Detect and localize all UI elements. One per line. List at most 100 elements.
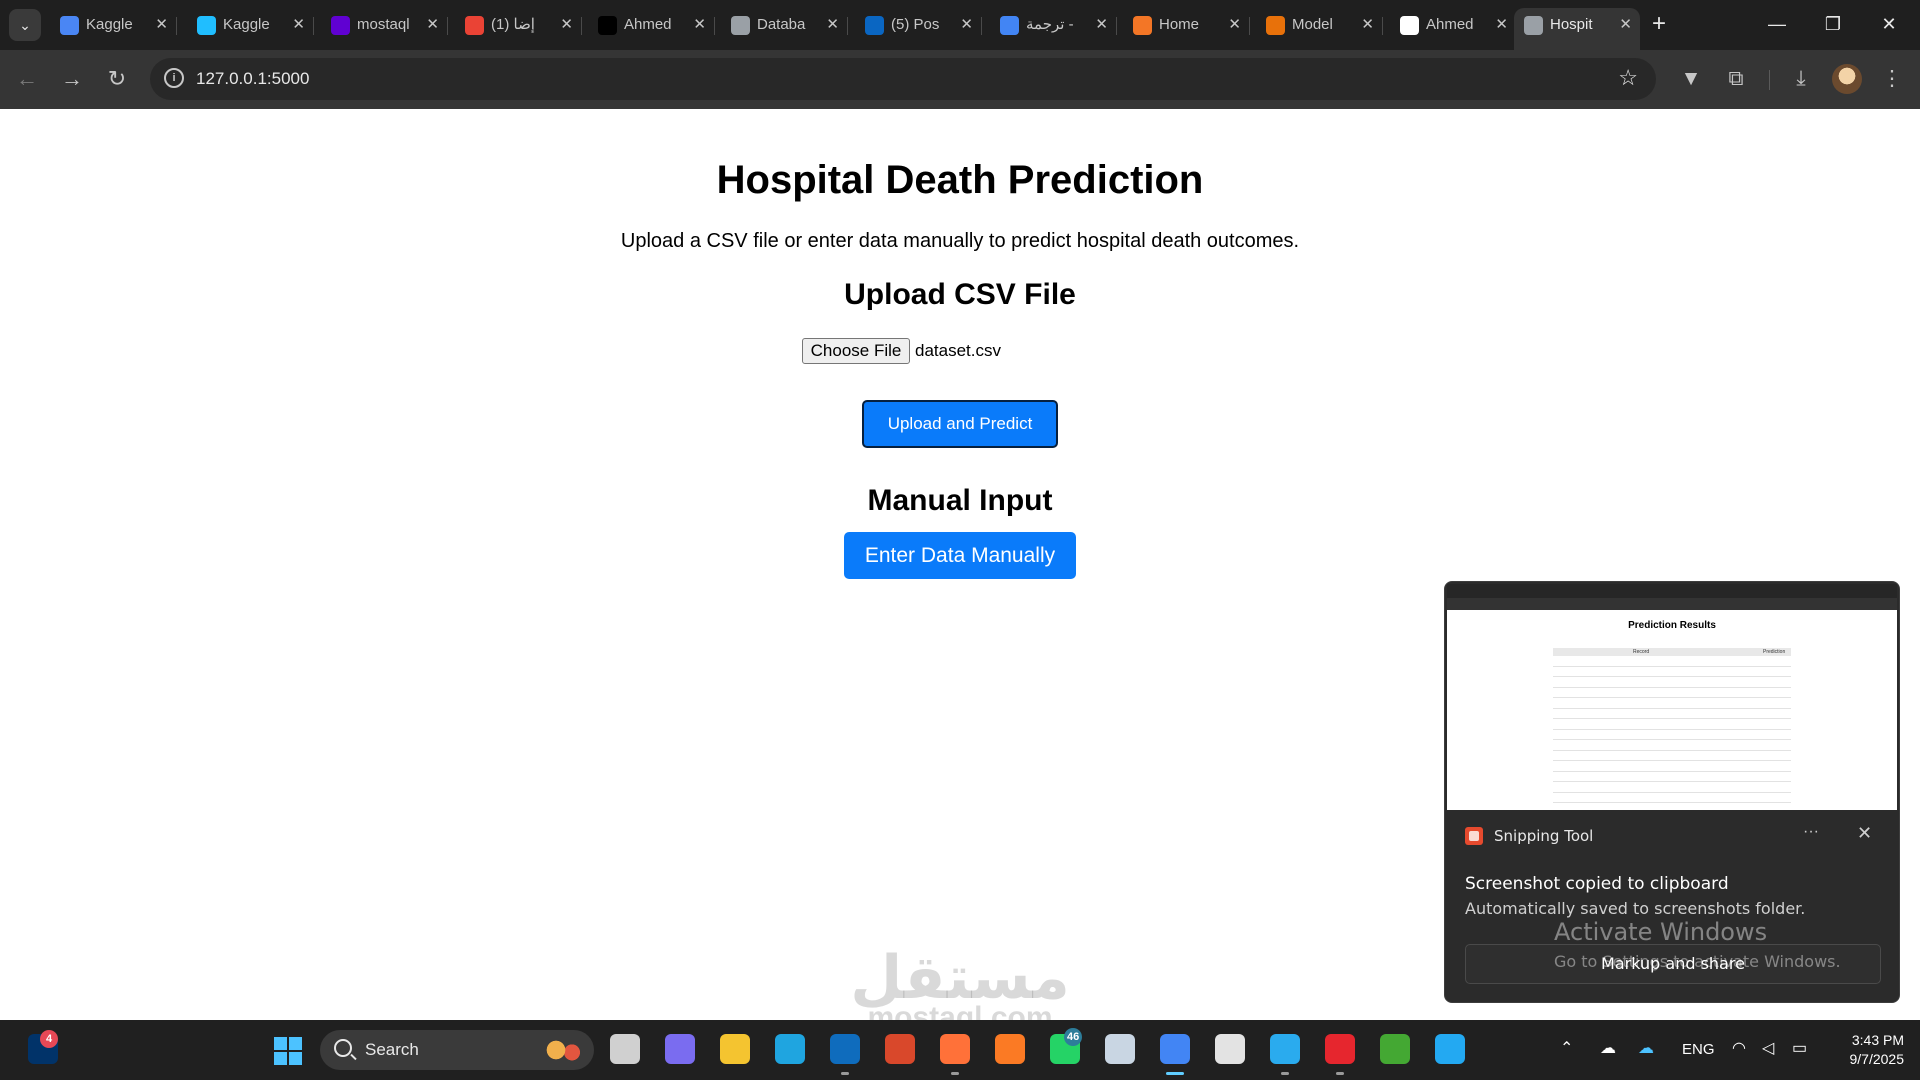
- close-tab-icon[interactable]: ✕: [826, 16, 839, 34]
- close-tab-icon[interactable]: ✕: [426, 16, 439, 34]
- reload-icon[interactable]: ↻: [101, 63, 133, 95]
- copilot-icon[interactable]: [665, 1034, 695, 1064]
- browser-tab[interactable]: Kaggle ✕: [187, 8, 314, 42]
- close-tab-icon[interactable]: ✕: [960, 16, 973, 34]
- close-tab-icon[interactable]: ✕: [693, 16, 706, 34]
- xampp-icon[interactable]: [995, 1034, 1025, 1064]
- anaconda-icon[interactable]: [1380, 1034, 1410, 1064]
- wifi-icon[interactable]: ◠: [1732, 1039, 1746, 1059]
- running-indicator: [1166, 1072, 1184, 1075]
- back-icon[interactable]: ←: [11, 63, 43, 95]
- profile-avatar[interactable]: [1832, 64, 1862, 94]
- browser-tab[interactable]: Model ✕: [1256, 8, 1383, 42]
- choose-file-button[interactable]: Choose File: [802, 338, 910, 364]
- preview-table-row: [1553, 667, 1791, 677]
- close-notification-icon[interactable]: ✕: [1857, 822, 1872, 844]
- tab-search-icon[interactable]: ⌄: [9, 9, 41, 41]
- database-icon: [731, 16, 750, 35]
- browser-tab[interactable]: Databa ✕: [721, 8, 848, 42]
- notification-detail: Automatically saved to screenshots folde…: [1465, 899, 1806, 918]
- browser-tab[interactable]: mostaql ✕: [321, 8, 448, 42]
- selected-file-name: dataset.csv: [915, 341, 1001, 360]
- activate-windows-watermark: Activate Windows Go to Settings to activ…: [1554, 917, 1841, 973]
- m365-icon[interactable]: [885, 1034, 915, 1064]
- browser-tab[interactable]: ترجمة - ✕: [990, 8, 1117, 42]
- menu-icon[interactable]: ⋮: [1876, 63, 1908, 95]
- vpn-extension-icon[interactable]: ▼: [1675, 63, 1707, 95]
- system-clock[interactable]: 3:43 PM 9/7/2025: [1820, 1031, 1905, 1069]
- virtualbox-icon[interactable]: [1105, 1034, 1135, 1064]
- url-text[interactable]: 127.0.0.1:5000: [196, 69, 309, 89]
- browser-tab[interactable]: Ahmed ✕: [1390, 8, 1516, 42]
- close-tab-icon[interactable]: ✕: [292, 16, 305, 34]
- battery-icon[interactable]: ▭: [1792, 1039, 1807, 1059]
- close-tab-icon[interactable]: ✕: [155, 16, 168, 34]
- firefox-icon[interactable]: [940, 1034, 970, 1064]
- browser-tab[interactable]: Hospit ✕: [1514, 8, 1640, 50]
- file-explorer-icon[interactable]: [720, 1034, 750, 1064]
- screenshot-preview[interactable]: Prediction Results Record Prediction: [1447, 584, 1897, 810]
- edge-icon[interactable]: [775, 1034, 805, 1064]
- minimize-icon[interactable]: —: [1754, 10, 1800, 38]
- vscode-icon[interactable]: [1435, 1034, 1465, 1064]
- onedrive-sync-icon[interactable]: ☁: [1600, 1039, 1616, 1059]
- preview-toolbar: [1447, 598, 1897, 610]
- site-info-icon[interactable]: i: [164, 68, 184, 88]
- taskbar-search[interactable]: Search: [320, 1030, 594, 1070]
- more-options-icon[interactable]: ···: [1803, 822, 1819, 842]
- yahoo-icon: [331, 16, 350, 35]
- browser-tab[interactable]: (1) إضا ✕: [455, 8, 582, 42]
- restore-icon[interactable]: ❐: [1810, 10, 1856, 38]
- browser-tab[interactable]: (5) Pos ✕: [855, 8, 982, 42]
- browser-tab[interactable]: Ahmed ✕: [588, 8, 715, 42]
- tray-overflow-icon[interactable]: ⌃: [1560, 1039, 1573, 1059]
- close-tab-icon[interactable]: ✕: [1095, 16, 1108, 34]
- extensions-icon[interactable]: ⧉: [1720, 63, 1752, 95]
- start-icon[interactable]: [274, 1037, 302, 1065]
- taskbar: 4 Search 46 ⌃ ☁ ☁ ENG ◠ ◁ ▭ 3:43 PM 9/7/…: [0, 1020, 1920, 1080]
- tab-separator: [981, 17, 982, 35]
- running-indicator: [1281, 1072, 1289, 1075]
- page-subtitle: Upload a CSV file or enter data manually…: [620, 230, 1300, 252]
- jupyter-icon: [1133, 16, 1152, 35]
- preview-table-row: [1553, 761, 1791, 772]
- close-tab-icon[interactable]: ✕: [1495, 16, 1508, 34]
- address-bar[interactable]: i 127.0.0.1:5000 ☆: [150, 58, 1656, 100]
- browser-tab[interactable]: Home ✕: [1123, 8, 1250, 42]
- chrome-icon[interactable]: [1160, 1034, 1190, 1064]
- bookmark-star-icon[interactable]: ☆: [1618, 66, 1638, 90]
- tab-title: Hospit: [1550, 16, 1593, 33]
- upwork-icon: [598, 16, 617, 35]
- onedrive-icon[interactable]: ☁: [1638, 1039, 1654, 1059]
- tab-separator: [1116, 17, 1117, 35]
- store-icon[interactable]: [1215, 1034, 1245, 1064]
- browser-toolbar: ← → ↻ i 127.0.0.1:5000 ☆ ▼ ⧉ ⤓ ⋮: [0, 50, 1920, 109]
- telegram-icon[interactable]: [1270, 1034, 1300, 1064]
- preview-table-head: Record Prediction: [1553, 648, 1791, 656]
- close-tab-icon[interactable]: ✕: [1361, 16, 1374, 34]
- close-tab-icon[interactable]: ✕: [560, 16, 573, 34]
- language-indicator[interactable]: ENG: [1682, 1041, 1715, 1059]
- download-icon[interactable]: ⤓: [1785, 63, 1817, 95]
- enter-data-manually-button[interactable]: Enter Data Manually: [844, 532, 1076, 579]
- tab-title: mostaql: [357, 16, 410, 33]
- preview-table-row: [1553, 709, 1791, 719]
- preview-table: Record Prediction: [1553, 648, 1791, 803]
- upload-heading: Upload CSV File: [844, 278, 1076, 311]
- volume-icon[interactable]: ◁: [1762, 1039, 1774, 1059]
- tab-separator: [313, 17, 314, 35]
- close-tab-icon[interactable]: ✕: [1228, 16, 1241, 34]
- docs-icon: [60, 16, 79, 35]
- upload-predict-button[interactable]: Upload and Predict: [862, 400, 1058, 448]
- widget-badge: 4: [40, 1030, 58, 1048]
- browser-tab[interactable]: Kaggle ✕: [50, 8, 177, 42]
- outlook-icon[interactable]: [830, 1034, 860, 1064]
- wps-icon[interactable]: [1325, 1034, 1355, 1064]
- close-tab-icon[interactable]: ✕: [1619, 16, 1632, 34]
- close-window-icon[interactable]: ✕: [1866, 10, 1912, 38]
- toolbar-divider: [1769, 70, 1770, 90]
- forward-icon[interactable]: →: [56, 63, 88, 95]
- running-indicator: [1336, 1072, 1344, 1075]
- new-tab-icon[interactable]: +: [1652, 11, 1666, 37]
- task-view-icon[interactable]: [610, 1034, 640, 1064]
